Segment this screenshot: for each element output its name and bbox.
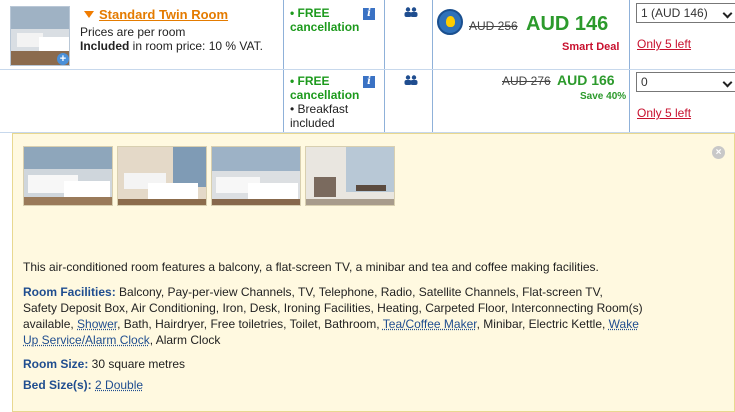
room-size-label: Room Size: bbox=[23, 357, 89, 371]
room-photo[interactable] bbox=[117, 146, 207, 206]
facilities-line-3b: , Bath, Hairdryer, Free toiletries, Toil… bbox=[117, 317, 380, 331]
room-description: This air-conditioned room features a bal… bbox=[23, 260, 599, 274]
facilities-line-2: Safety Deposit Box, Air Conditioning, Ir… bbox=[23, 301, 643, 315]
offer-row-1: + Standard Twin Room Prices are per room… bbox=[0, 0, 735, 70]
room-quantity-select[interactable]: 1 (AUD 146) bbox=[636, 3, 735, 23]
two-people-icon bbox=[404, 6, 418, 20]
facilities-line-1: Balcony, Pay-per-view Channels, TV, Tele… bbox=[119, 285, 603, 299]
room-title-link[interactable]: Standard Twin Room bbox=[99, 7, 228, 22]
facilities-label: Room Facilities: bbox=[23, 285, 116, 299]
info-icon[interactable]: i bbox=[363, 8, 375, 20]
shower-link[interactable]: Shower bbox=[77, 317, 117, 331]
close-icon[interactable]: × bbox=[712, 146, 725, 159]
vat-note: Included in room price: 10 % VAT. bbox=[80, 39, 263, 53]
save-badge: Save 40% bbox=[580, 91, 627, 102]
room-thumbnail[interactable]: + bbox=[10, 6, 70, 66]
chevron-down-icon bbox=[722, 8, 733, 19]
info-icon[interactable]: i bbox=[363, 76, 375, 88]
smart-deal-badge: Smart Deal bbox=[562, 41, 620, 53]
cancellation-label: cancellation bbox=[290, 88, 360, 102]
room-details-panel: × This air-conditioned room features a b… bbox=[12, 133, 735, 412]
room-photo[interactable] bbox=[211, 146, 301, 206]
facilities-line-3c: , Minibar, Electric Kettle, bbox=[476, 317, 606, 331]
prices-note: Prices are per room bbox=[80, 25, 186, 39]
chevron-down-icon bbox=[722, 77, 733, 88]
facilities-line-3a: available, bbox=[23, 317, 74, 331]
expand-arrow-icon bbox=[84, 11, 94, 18]
old-price: AUD 256 bbox=[469, 19, 518, 33]
free-label: • FREE bbox=[290, 74, 330, 88]
availability-text: Only 5 left bbox=[637, 106, 692, 120]
room-photo[interactable] bbox=[23, 146, 113, 206]
new-price: AUD 166 bbox=[557, 72, 615, 88]
select-value: 1 (AUD 146) bbox=[641, 6, 708, 20]
new-price: AUD 146 bbox=[526, 13, 609, 35]
bed-size-label: Bed Size(s): bbox=[23, 378, 92, 392]
old-price: AUD 276 bbox=[502, 74, 551, 88]
breakfast-included: included bbox=[290, 116, 335, 130]
vat-text: in room price: 10 % VAT. bbox=[129, 39, 263, 53]
lightbulb-deal-icon bbox=[437, 9, 463, 35]
tea-coffee-link[interactable]: Tea/Coffee Maker bbox=[383, 317, 477, 331]
room-title[interactable]: Standard Twin Room bbox=[84, 7, 228, 22]
wake-up-service-link[interactable]: Up Service/Alarm Clock bbox=[23, 333, 150, 347]
select-value: 0 bbox=[641, 75, 648, 89]
cancellation-policy: • FREE cancellation • Breakfast included bbox=[290, 74, 359, 130]
cancellation-policy: • FREE cancellation bbox=[290, 6, 359, 34]
room-quantity-select[interactable]: 0 bbox=[636, 72, 735, 92]
room-facilities: Room Facilities: Balcony, Pay-per-view C… bbox=[23, 284, 723, 348]
cancellation-label: cancellation bbox=[290, 20, 360, 34]
enlarge-icon: + bbox=[57, 53, 69, 65]
two-people-icon bbox=[404, 74, 418, 88]
wake-link[interactable]: Wake bbox=[609, 317, 639, 331]
availability-text: Only 5 left bbox=[637, 37, 692, 51]
bed-size: Bed Size(s): 2 Double bbox=[23, 378, 143, 392]
room-photo[interactable] bbox=[305, 146, 395, 206]
free-label: • FREE bbox=[290, 6, 330, 20]
breakfast-label: • Breakfast bbox=[290, 102, 349, 116]
facilities-line-4b: , Alarm Clock bbox=[149, 333, 221, 347]
room-size: Room Size: 30 square metres bbox=[23, 357, 185, 371]
room-size-value: 30 square metres bbox=[88, 357, 186, 371]
offer-row-2: • FREE cancellation • Breakfast included… bbox=[0, 70, 735, 133]
bed-size-value[interactable]: 2 Double bbox=[95, 378, 143, 392]
vat-included: Included bbox=[80, 39, 130, 53]
